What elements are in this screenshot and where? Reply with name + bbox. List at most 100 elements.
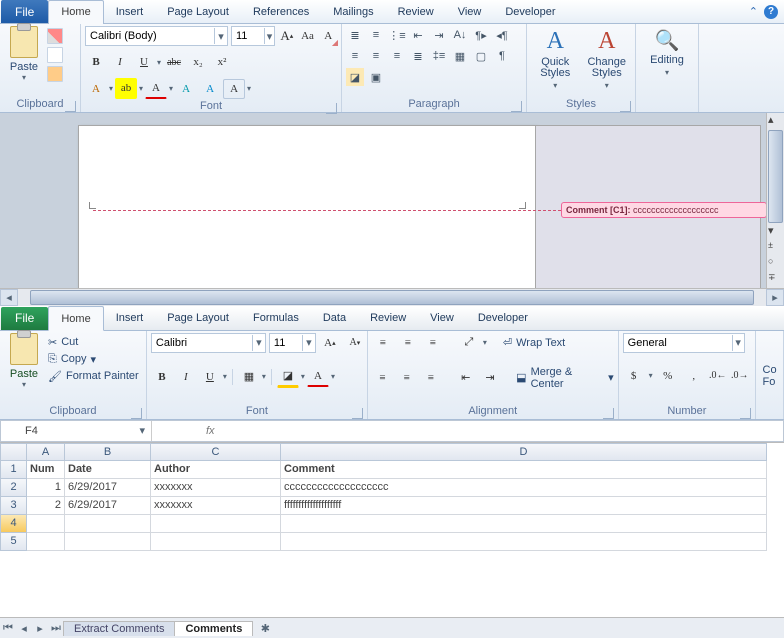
fx-icon[interactable]: fx bbox=[206, 425, 215, 437]
format-painter-button[interactable]: 🖌Format Painter bbox=[48, 370, 139, 383]
highlight-button[interactable]: ab bbox=[115, 78, 137, 99]
rtl-button[interactable]: ◂¶ bbox=[493, 26, 511, 44]
number-format-combobox[interactable]: ▾ bbox=[623, 333, 745, 353]
excel-tab-home[interactable]: Home bbox=[48, 306, 103, 331]
sort-button[interactable]: A↓ bbox=[451, 26, 469, 44]
char-style2-button[interactable]: A bbox=[199, 79, 221, 99]
cell[interactable] bbox=[281, 515, 767, 533]
word-vertical-scrollbar[interactable]: ▴ ▾ ± ○ ∓ bbox=[766, 113, 784, 288]
cell[interactable]: xxxxxxx bbox=[151, 497, 281, 515]
case-button[interactable]: Aa bbox=[299, 26, 317, 46]
comma-button[interactable]: , bbox=[683, 366, 705, 386]
word-file-tab[interactable]: File bbox=[1, 0, 48, 23]
inc-indent[interactable]: ⇥ bbox=[479, 368, 500, 388]
name-box[interactable]: F4▾ bbox=[19, 421, 152, 441]
excel-shrink-font[interactable]: A▾ bbox=[344, 333, 366, 353]
font-family-combobox[interactable]: ▾ bbox=[85, 26, 228, 46]
excel-tab-data[interactable]: Data bbox=[311, 307, 358, 330]
percent-button[interactable]: % bbox=[657, 366, 679, 386]
row-header-2[interactable]: 2 bbox=[0, 479, 27, 497]
inc-indent-button[interactable]: ⇥ bbox=[430, 26, 448, 44]
editing-button[interactable]: 🔍 Editing▾ bbox=[642, 26, 692, 77]
row-header-3[interactable]: 3 bbox=[0, 497, 27, 515]
sheet-nav-next[interactable]: ▸ bbox=[32, 619, 48, 637]
clear-format-button[interactable]: A◢ bbox=[319, 26, 337, 46]
font-size-combobox[interactable]: ▾ bbox=[231, 26, 275, 46]
align-center-button[interactable]: ≡ bbox=[367, 47, 385, 65]
strike-button[interactable]: abc bbox=[163, 52, 185, 72]
cell[interactable]: Comment bbox=[281, 461, 767, 479]
showhide-button[interactable]: ¶ bbox=[493, 47, 511, 65]
styleset-button[interactable]: A bbox=[223, 79, 245, 99]
excel-tab-developer[interactable]: Developer bbox=[466, 307, 540, 330]
styles-launcher[interactable] bbox=[620, 101, 631, 112]
excel-tab-insert[interactable]: Insert bbox=[104, 307, 156, 330]
sheet-nav-first[interactable]: ⏮ bbox=[0, 619, 16, 637]
col-header-a[interactable]: A bbox=[27, 443, 65, 461]
numbers-button[interactable]: ≡ bbox=[367, 26, 385, 44]
excel-font-launcher[interactable] bbox=[352, 408, 363, 419]
excel-clipboard-launcher[interactable] bbox=[131, 408, 142, 419]
excel-size-combobox[interactable]: ▾ bbox=[269, 333, 316, 353]
change-styles-button[interactable]: A Change Styles▾ bbox=[583, 26, 632, 90]
cell[interactable] bbox=[151, 533, 281, 551]
excel-font-color[interactable]: A bbox=[307, 366, 329, 387]
char-style-button[interactable]: A bbox=[175, 79, 197, 99]
help-icon[interactable]: ? bbox=[764, 5, 778, 19]
border2-button[interactable]: ▣ bbox=[367, 68, 385, 86]
cut-icon[interactable] bbox=[47, 28, 63, 44]
underline-button[interactable]: U bbox=[133, 52, 155, 72]
sheet-nav-prev[interactable]: ◂ bbox=[16, 619, 32, 637]
inc-decimal[interactable]: .0← bbox=[709, 367, 727, 385]
format-painter-icon[interactable] bbox=[47, 66, 63, 82]
orientation-button[interactable]: ⤢ bbox=[458, 333, 480, 353]
scroll-right-icon[interactable]: ▸ bbox=[766, 289, 784, 306]
grow-font-button[interactable]: A▴ bbox=[278, 26, 296, 46]
align-top[interactable]: ≡ bbox=[372, 333, 394, 353]
new-sheet-button[interactable]: ✱ bbox=[257, 619, 273, 637]
excel-left[interactable]: ≡ bbox=[372, 368, 393, 388]
comment-balloon-c1[interactable]: Comment [C1]: ccccccccccccccccccc bbox=[561, 202, 766, 218]
line-spacing-button[interactable]: ‡≡ bbox=[430, 47, 448, 65]
document-page[interactable] bbox=[78, 125, 536, 288]
word-horizontal-scrollbar[interactable]: ◂ ▸ bbox=[0, 288, 784, 306]
excel-tab-pagelayout[interactable]: Page Layout bbox=[155, 307, 241, 330]
excel-bold[interactable]: B bbox=[151, 367, 173, 387]
bullets-button[interactable]: ≣ bbox=[346, 26, 364, 44]
cell[interactable] bbox=[151, 515, 281, 533]
word-tab-review[interactable]: Review bbox=[386, 0, 446, 23]
row-header-4[interactable]: 4 bbox=[0, 515, 27, 533]
align-right-button[interactable]: ≡ bbox=[388, 47, 406, 65]
clipboard-launcher[interactable] bbox=[65, 101, 76, 112]
cut-button[interactable]: ✂Cut bbox=[48, 336, 139, 349]
font-color-button[interactable]: A bbox=[145, 78, 167, 99]
excel-underline[interactable]: U bbox=[199, 367, 221, 387]
excel-center[interactable]: ≡ bbox=[396, 368, 417, 388]
borders-button[interactable]: ▦ bbox=[238, 367, 260, 387]
excel-font-combobox[interactable]: ▾ bbox=[151, 333, 266, 353]
paragraph-launcher[interactable] bbox=[511, 101, 522, 112]
dec-decimal[interactable]: .0→ bbox=[731, 367, 749, 385]
cell[interactable] bbox=[27, 533, 65, 551]
excel-file-tab[interactable]: File bbox=[1, 307, 48, 330]
quick-styles-button[interactable]: A Quick Styles▾ bbox=[531, 26, 580, 90]
scroll-down-icon[interactable]: ▾ bbox=[768, 224, 783, 240]
excel-italic[interactable]: I bbox=[175, 367, 197, 387]
currency-button[interactable]: $ bbox=[623, 366, 645, 386]
browse-obj-icon[interactable]: ○ bbox=[768, 256, 783, 272]
cell[interactable] bbox=[281, 533, 767, 551]
browse-prev-icon[interactable]: ± bbox=[768, 240, 783, 256]
word-tab-mailings[interactable]: Mailings bbox=[321, 0, 385, 23]
alignment-launcher[interactable] bbox=[603, 408, 614, 419]
copy-button[interactable]: ⎘Copy ▾ bbox=[48, 353, 139, 366]
cell[interactable]: ffffffffffffffffffff bbox=[281, 497, 767, 515]
col-header-c[interactable]: C bbox=[151, 443, 281, 461]
superscript-button[interactable]: x² bbox=[211, 52, 233, 72]
scroll-up-icon[interactable]: ▴ bbox=[768, 113, 783, 129]
formula-input[interactable] bbox=[221, 421, 783, 441]
cell[interactable] bbox=[65, 515, 151, 533]
word-tab-developer[interactable]: Developer bbox=[493, 0, 567, 23]
sheet-nav-last[interactable]: ⏭ bbox=[48, 619, 64, 637]
dec-indent-button[interactable]: ⇤ bbox=[409, 26, 427, 44]
excel-grow-font[interactable]: A▴ bbox=[319, 333, 341, 353]
